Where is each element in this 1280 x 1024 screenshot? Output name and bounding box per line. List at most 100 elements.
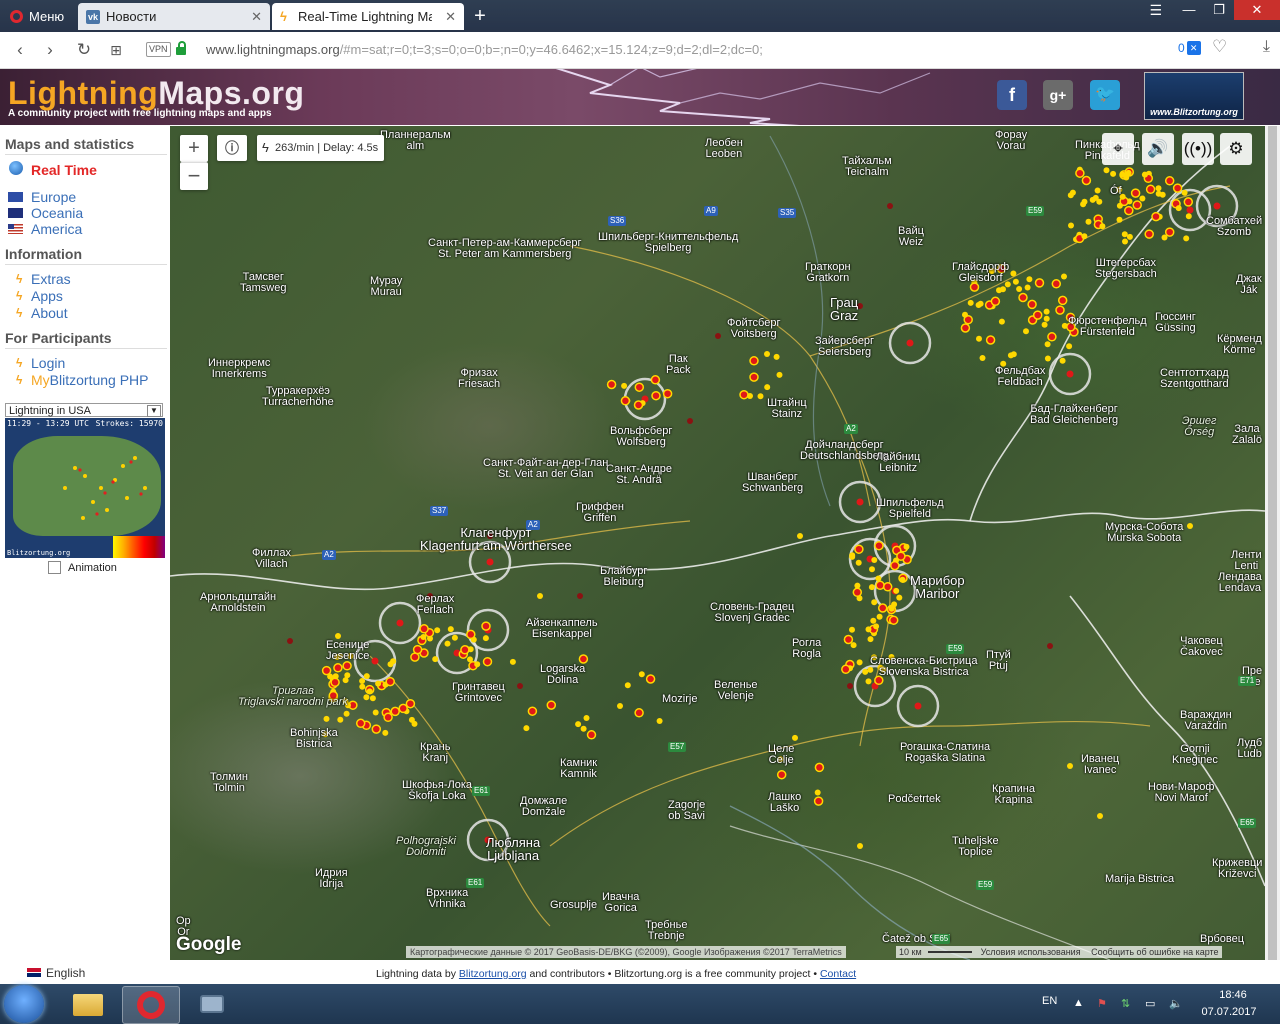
tray-volume-icon[interactable]: 🔈 bbox=[1169, 997, 1183, 1010]
speaker-icon[interactable]: 🔊 bbox=[1142, 133, 1174, 165]
city-label: Ивачна Gorica bbox=[602, 892, 639, 914]
blitzortung-link[interactable]: Blitzortung.org bbox=[459, 968, 527, 980]
new-tab-button[interactable]: + bbox=[466, 3, 494, 30]
city-label: Камник Kamnik bbox=[560, 758, 597, 780]
info-icon[interactable]: ⓘ bbox=[217, 135, 247, 161]
taskbar-opera[interactable] bbox=[122, 986, 180, 1024]
city-label: Есенице Jesenice bbox=[326, 640, 369, 662]
strike-rate-display[interactable]: ϟ 263/min | Delay: 4.5s bbox=[257, 135, 384, 161]
usa-time-range: 11:29 - 13:29 UTC bbox=[7, 419, 89, 428]
strike-marker bbox=[662, 388, 673, 399]
language-link[interactable]: English bbox=[46, 966, 85, 980]
restore-icon[interactable]: ❐ bbox=[1204, 0, 1234, 20]
tray-display-icon[interactable]: ▭ bbox=[1145, 997, 1155, 1010]
adblock-counter[interactable]: 0 ✕ bbox=[1178, 41, 1201, 55]
forward-icon[interactable]: › bbox=[40, 40, 60, 60]
back-icon[interactable]: ‹ bbox=[10, 40, 30, 60]
zoom-out-button[interactable]: − bbox=[180, 162, 208, 190]
bookmark-heart-icon[interactable]: ♡ bbox=[1212, 37, 1227, 57]
animation-checkbox[interactable] bbox=[48, 561, 61, 574]
chevron-down-icon: ▼ bbox=[147, 405, 161, 417]
my-suffix: Blitzortung PHP bbox=[49, 372, 149, 388]
city-name: Óf bbox=[1110, 185, 1122, 197]
strike-marker bbox=[1116, 202, 1123, 209]
city-label: Сентготтхард Szentgotthard bbox=[1160, 368, 1229, 390]
city-label: Птуй Ptuj bbox=[986, 650, 1011, 672]
city-name-latin: Lendava bbox=[1218, 582, 1261, 594]
twitter-icon[interactable]: 🐦 bbox=[1090, 80, 1120, 110]
report-error-link[interactable]: Сообщить об ошибке на карте bbox=[1091, 947, 1218, 957]
speed-dial-icon[interactable]: ⊞ bbox=[106, 40, 126, 60]
close-tab-icon[interactable]: ✕ bbox=[251, 9, 262, 25]
close-tab-icon[interactable]: ✕ bbox=[445, 9, 456, 25]
blitzortung-logo[interactable]: www.Blitzortung.org bbox=[1144, 72, 1244, 120]
city-label: Чаковец Čakovec bbox=[1180, 636, 1223, 658]
realtime-link[interactable]: Real Time bbox=[31, 162, 97, 178]
sidebar-item-europe[interactable]: Europe bbox=[31, 189, 76, 205]
google-plus-icon[interactable]: g+ bbox=[1043, 80, 1073, 110]
strike-marker bbox=[887, 203, 893, 209]
strike-marker bbox=[363, 673, 370, 680]
sidebar-item-apps[interactable]: Apps bbox=[31, 288, 63, 304]
sidebar-item-login[interactable]: Login bbox=[31, 355, 65, 371]
tray-flag-icon[interactable]: ⚑ bbox=[1097, 997, 1107, 1010]
city-label: Бад-Глайхенберг Bad Gleichenberg bbox=[1030, 404, 1118, 426]
strike-marker bbox=[865, 626, 872, 633]
lightning-map[interactable]: Планнеральм alm Леобен Leoben Тайхальм Teicha… bbox=[170, 126, 1265, 960]
sidebar-item-about[interactable]: About bbox=[31, 305, 68, 321]
page-scrollbar[interactable] bbox=[1265, 126, 1280, 960]
taskbar-camera[interactable] bbox=[184, 986, 240, 1022]
tray-network-icon[interactable]: ⇅ bbox=[1121, 997, 1130, 1010]
map-scale[interactable]: 10 км Условия использования Сообщить об … bbox=[896, 946, 1222, 958]
strike-marker bbox=[1155, 190, 1162, 197]
clock-time[interactable]: 18:46 bbox=[1206, 989, 1260, 1001]
lightning-bullet-icon: ϟ bbox=[16, 306, 23, 320]
clock-date[interactable]: 07.07.2017 bbox=[1198, 1006, 1260, 1018]
strike-marker bbox=[332, 673, 339, 680]
download-icon[interactable]: ⤓ bbox=[1263, 38, 1270, 56]
strike-marker bbox=[875, 575, 882, 582]
broadcast-icon[interactable]: ((•)) bbox=[1182, 133, 1214, 165]
sidebar-item-oceania[interactable]: Oceania bbox=[31, 205, 83, 221]
sidebar-item-extras[interactable]: Extras bbox=[31, 271, 71, 287]
tray-expand-icon[interactable]: ▲ bbox=[1073, 997, 1084, 1009]
minimize-icon[interactable]: — bbox=[1174, 0, 1204, 20]
tab-lightning-map[interactable]: ϟ Real-Time Lightning Map ✕ bbox=[272, 3, 464, 30]
divider bbox=[5, 264, 167, 265]
url-field[interactable]: VPN www.lightningmaps.org/#m=sat;r=0;t=3… bbox=[142, 37, 1242, 62]
strike-marker bbox=[359, 683, 366, 690]
strike-marker bbox=[1067, 192, 1074, 199]
city-label: Триглав Triglavski narodni park bbox=[238, 686, 348, 708]
sidebar-item-america[interactable]: America bbox=[31, 221, 82, 237]
region-select[interactable]: Lightning in USA ▼ bbox=[5, 403, 163, 417]
url-path: /#m=sat;r=0;t=3;s=0;o=0;b=;n=0;y=46.6462… bbox=[339, 42, 763, 57]
city-name-latin: ob Savi bbox=[668, 810, 705, 822]
tab-menu-icon[interactable]: ☰ bbox=[1149, 2, 1162, 19]
city-name-latin: Turracherhöhe bbox=[262, 396, 334, 408]
zoom-in-button[interactable]: + bbox=[180, 135, 208, 162]
close-window-icon[interactable]: ✕ bbox=[1234, 0, 1280, 20]
sidebar-item-myblitzortung[interactable]: MyBlitzortung PHP bbox=[31, 372, 149, 388]
city-name-latin: Gratkorn bbox=[806, 272, 850, 284]
site-logo[interactable]: LightningMaps.org bbox=[8, 75, 304, 112]
scale-bar bbox=[928, 951, 973, 953]
country-border bbox=[1069, 595, 1265, 887]
gear-icon[interactable]: ⚙ bbox=[1220, 133, 1252, 165]
start-button[interactable] bbox=[4, 985, 44, 1023]
opera-menu-button[interactable]: Меню bbox=[2, 3, 74, 30]
tab-news[interactable]: vk Новости ✕ bbox=[78, 3, 270, 30]
taskbar-explorer[interactable] bbox=[60, 986, 116, 1022]
url-text[interactable]: www.lightningmaps.org/#m=sat;r=0;t=3;s=0… bbox=[206, 42, 763, 57]
locate-icon[interactable]: ⌖ bbox=[1102, 133, 1134, 165]
city-label: Толмин Tolmin bbox=[210, 772, 248, 794]
contact-link[interactable]: Contact bbox=[820, 968, 856, 980]
scrollbar-thumb[interactable] bbox=[1268, 126, 1277, 960]
strike-marker bbox=[962, 311, 968, 318]
facebook-icon[interactable]: f bbox=[997, 80, 1027, 110]
vpn-badge[interactable]: VPN bbox=[146, 42, 171, 57]
input-language[interactable]: EN bbox=[1042, 995, 1057, 1007]
city-name-latin: Murau bbox=[370, 286, 402, 298]
terms-link[interactable]: Условия использования bbox=[981, 947, 1081, 957]
usa-mini-map[interactable]: 11:29 - 13:29 UTC Strokes: 15970 Blitzor… bbox=[5, 418, 165, 558]
reload-icon[interactable]: ↻ bbox=[74, 40, 94, 60]
